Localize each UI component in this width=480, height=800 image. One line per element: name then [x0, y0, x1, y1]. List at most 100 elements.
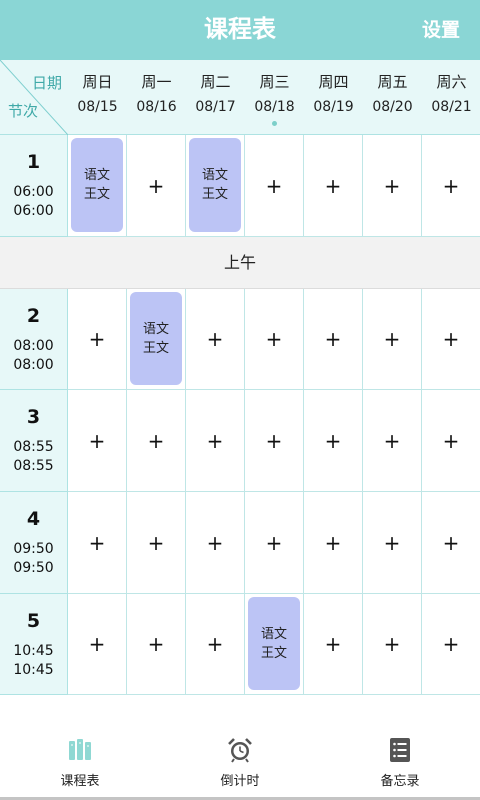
add-course-button[interactable]: + [422, 327, 480, 351]
section-divider-morning: 上午 [0, 237, 480, 289]
add-course-button[interactable]: + [68, 327, 126, 351]
period-cell: 5 10:45 10:45 [0, 594, 68, 695]
add-course-button[interactable]: + [363, 174, 421, 198]
schedule-cell: + [68, 289, 127, 390]
add-course-button[interactable]: + [127, 531, 185, 555]
add-course-button[interactable]: + [422, 429, 480, 453]
corner-period-label: 节次 [8, 102, 39, 120]
add-course-button[interactable]: + [363, 327, 421, 351]
day-name: 周三 [259, 73, 290, 91]
add-course-button[interactable]: + [68, 429, 126, 453]
add-course-button[interactable]: + [304, 632, 362, 656]
period-number: 5 [26, 610, 41, 632]
day-header-6: 周六 08/21 [422, 60, 480, 135]
add-course-button[interactable]: + [68, 632, 126, 656]
add-course-button[interactable]: + [186, 632, 244, 656]
day-name: 周一 [141, 73, 172, 91]
period-number: 2 [26, 305, 41, 327]
day-date: 08/16 [136, 99, 177, 115]
add-course-button[interactable]: + [186, 327, 244, 351]
add-course-button[interactable]: + [422, 531, 480, 555]
day-header-0: 周日 08/15 [68, 60, 127, 135]
course-teacher: 王文 [83, 187, 110, 202]
schedule-cell: + [422, 135, 480, 237]
course-teacher: 王文 [142, 341, 169, 356]
period-number: 3 [26, 406, 41, 428]
course-name: 语文 [201, 168, 228, 183]
schedule-cell: + [127, 390, 186, 492]
add-course-button[interactable]: + [304, 174, 362, 198]
schedule-cell: + [68, 492, 127, 594]
day-date: 08/18 [254, 99, 295, 115]
add-course-button[interactable]: + [363, 531, 421, 555]
add-course-button[interactable]: + [422, 632, 480, 656]
day-header-1: 周一 08/16 [127, 60, 186, 135]
add-course-button[interactable]: + [363, 632, 421, 656]
add-course-button[interactable]: + [245, 531, 303, 555]
nav-item-schedule[interactable]: 课程表 [0, 700, 160, 800]
period-row-5: 5 10:45 10:45 + + + 语文 王文 + + + [0, 594, 480, 695]
course-card[interactable]: 语文 王文 [189, 138, 241, 232]
day-date: 08/15 [77, 99, 118, 115]
nav-label-schedule: 课程表 [60, 774, 100, 789]
course-card[interactable]: 语文 王文 [130, 292, 182, 385]
period-row-1: 1 06:00 06:00 语文 王文 + 语文 王文 + + + + [0, 135, 480, 237]
bottom-navigation: 课程表 倒计时 备忘录 [0, 700, 480, 800]
schedule-cell: + [363, 594, 422, 695]
books-icon [69, 739, 91, 760]
schedule-cell: + [127, 135, 186, 237]
nav-item-memo[interactable]: 备忘录 [320, 700, 480, 800]
period-start-time: 08:55 [13, 439, 54, 455]
add-course-button[interactable]: + [186, 531, 244, 555]
schedule-cell: + [363, 289, 422, 390]
header-corner: 日期 节次 [0, 60, 68, 135]
today-indicator-dot [272, 121, 277, 126]
schedule-cell: + [245, 390, 304, 492]
add-course-button[interactable]: + [304, 531, 362, 555]
period-row-4: 4 09:50 09:50 + + + + + + + [0, 492, 480, 594]
schedule-cell: + [68, 594, 127, 695]
nav-item-countdown[interactable]: 倒计时 [160, 700, 320, 800]
schedule-cell: + [304, 390, 363, 492]
schedule-cell: + [422, 289, 480, 390]
add-course-button[interactable]: + [127, 174, 185, 198]
notes-list-icon [390, 738, 410, 762]
add-course-button[interactable]: + [245, 174, 303, 198]
course-teacher: 王文 [201, 187, 228, 202]
schedule-cell: + [304, 289, 363, 390]
course-name: 语文 [260, 627, 287, 642]
period-cell: 4 09:50 09:50 [0, 492, 68, 594]
schedule-cell: + [363, 390, 422, 492]
period-cell: 2 08:00 08:00 [0, 289, 68, 390]
period-end-time: 09:50 [13, 560, 54, 576]
schedule-cell: 语文 王文 [245, 594, 304, 695]
add-course-button[interactable]: + [304, 429, 362, 453]
add-course-button[interactable]: + [245, 327, 303, 351]
add-course-button[interactable]: + [68, 531, 126, 555]
day-header-4: 周四 08/19 [304, 60, 363, 135]
schedule-cell: + [245, 135, 304, 237]
schedule-cell: + [245, 289, 304, 390]
add-course-button[interactable]: + [245, 429, 303, 453]
period-cell: 3 08:55 08:55 [0, 390, 68, 492]
schedule-cell: + [245, 492, 304, 594]
add-course-button[interactable]: + [127, 632, 185, 656]
period-start-time: 08:00 [13, 338, 54, 354]
schedule-cell: + [186, 289, 245, 390]
day-name: 周日 [82, 73, 113, 91]
schedule-cell: + [422, 594, 480, 695]
period-number: 1 [26, 151, 41, 173]
course-card[interactable]: 语文 王文 [71, 138, 123, 232]
settings-button[interactable]: 设置 [422, 0, 460, 60]
day-header-5: 周五 08/20 [363, 60, 422, 135]
add-course-button[interactable]: + [422, 174, 480, 198]
course-card[interactable]: 语文 王文 [248, 597, 300, 690]
day-header-3: 周三 08/18 [245, 60, 304, 135]
add-course-button[interactable]: + [127, 429, 185, 453]
day-date: 08/19 [313, 99, 354, 115]
add-course-button[interactable]: + [363, 429, 421, 453]
add-course-button[interactable]: + [304, 327, 362, 351]
add-course-button[interactable]: + [186, 429, 244, 453]
course-teacher: 王文 [260, 646, 287, 661]
period-start-time: 06:00 [13, 184, 54, 200]
